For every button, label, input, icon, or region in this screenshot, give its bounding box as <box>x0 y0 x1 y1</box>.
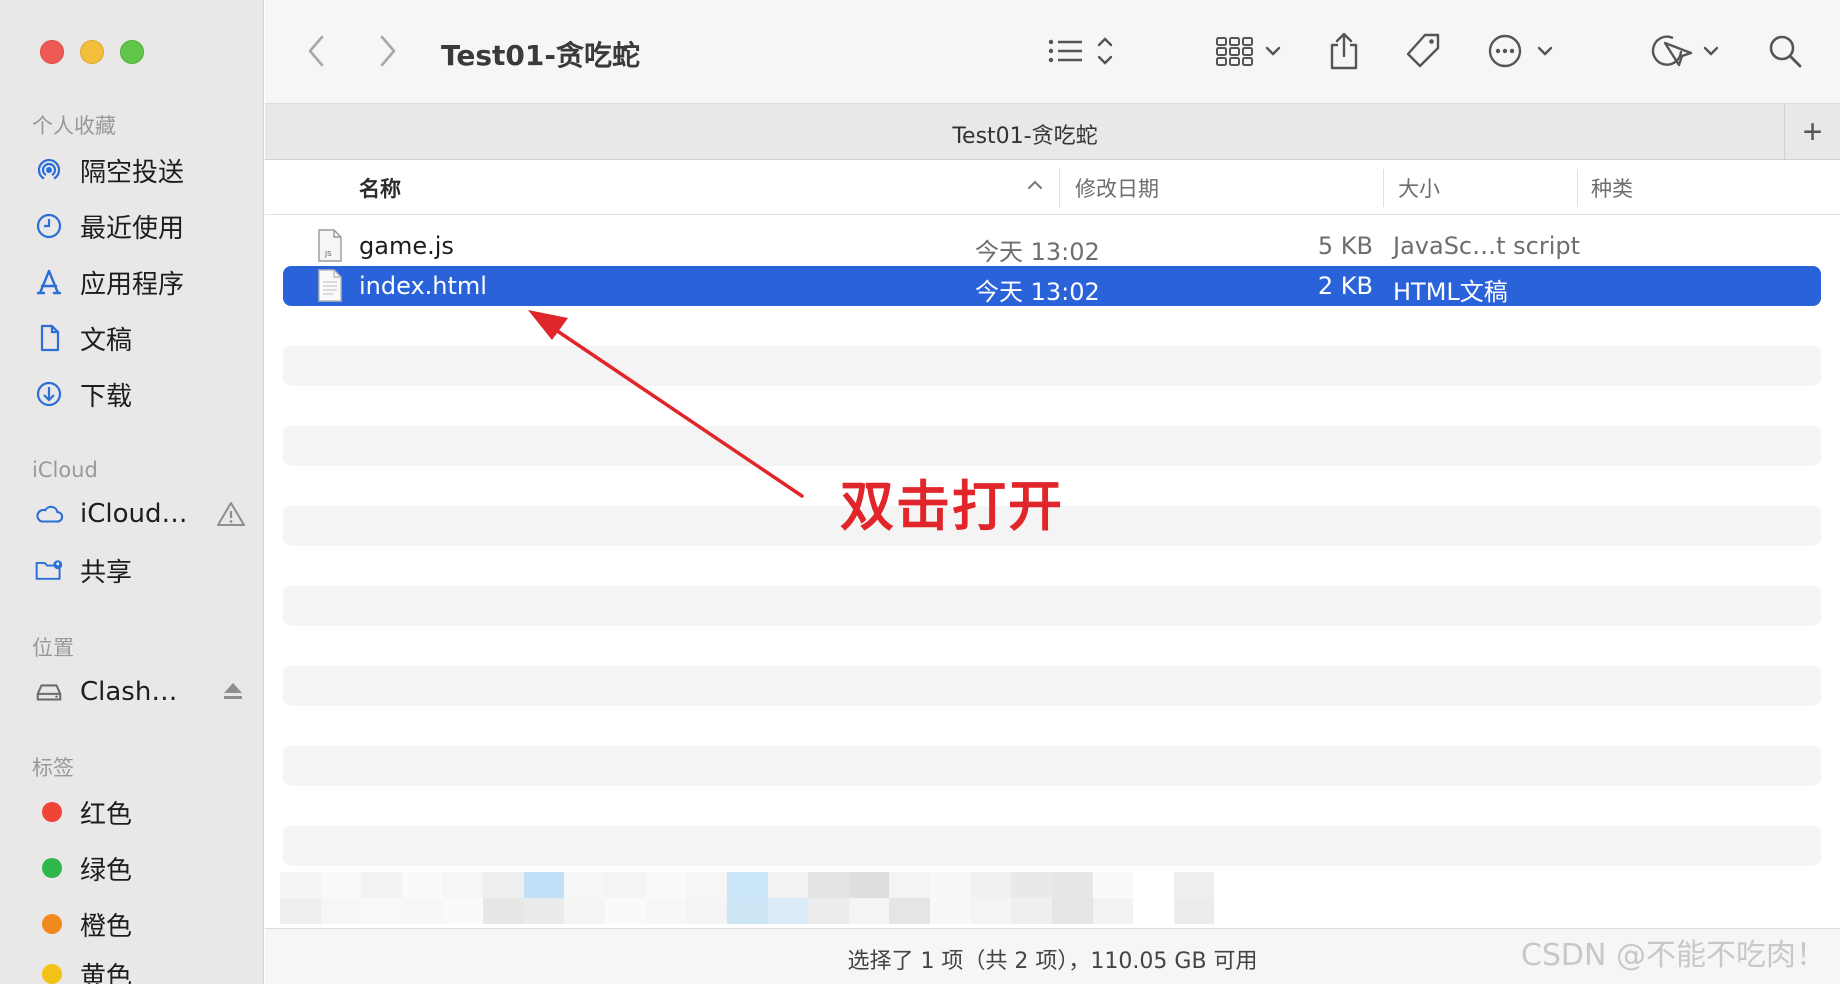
sidebar-item-downloads[interactable]: 下载 <box>34 372 254 416</box>
sidebar-item-clash-volume[interactable]: Clash… <box>34 670 254 714</box>
tag-color-dot <box>42 858 62 878</box>
zoom-button[interactable] <box>120 40 144 64</box>
file-row-game-js[interactable]: JS game.js 今天 13:02 5 KB JavaSc…t script <box>283 226 1821 266</box>
sidebar-item-label: Clash… <box>80 677 178 707</box>
path-bar-blurred <box>280 872 1255 924</box>
html-file-icon <box>317 269 343 302</box>
file-list: JS game.js 今天 13:02 5 KB JavaSc…t script… <box>265 216 1840 870</box>
sidebar-item-tag-green[interactable]: 绿色 <box>34 846 254 890</box>
shared-folder-icon <box>34 555 64 585</box>
column-divider[interactable] <box>1059 169 1060 207</box>
sidebar-item-tag-red[interactable]: 红色 <box>34 790 254 834</box>
clock-icon <box>34 211 64 241</box>
sidebar-item-shared[interactable]: 共享 <box>34 548 254 592</box>
sidebar-section-favorites: 个人收藏 <box>32 114 116 138</box>
file-name: index.html <box>359 272 487 300</box>
sidebar-item-label: 绿色 <box>80 855 133 886</box>
tag-color-dot <box>42 914 62 934</box>
back-icon[interactable] <box>305 28 327 74</box>
column-header: 名称 修改日期 大小 种类 <box>265 161 1840 215</box>
applications-icon <box>34 267 64 297</box>
eject-icon[interactable] <box>220 678 246 709</box>
drive-icon <box>34 677 64 707</box>
close-button[interactable] <box>40 40 64 64</box>
sidebar-item-label: 共享 <box>80 557 133 588</box>
sidebar-item-label: 下载 <box>80 381 133 412</box>
group-icon[interactable] <box>1215 28 1285 74</box>
sidebar-section-icloud: iCloud <box>32 458 98 482</box>
sidebar-item-label: 橙色 <box>80 911 133 942</box>
sidebar-section-locations: 位置 <box>32 636 74 660</box>
share-icon[interactable] <box>1327 28 1361 74</box>
sidebar-item-recents[interactable]: 最近使用 <box>34 204 254 248</box>
window-controls <box>40 40 144 64</box>
sidebar-item-label: 最近使用 <box>80 213 185 244</box>
empty-row <box>283 666 1821 706</box>
tab-bar: Test01-贪吃蛇 + <box>265 104 1840 160</box>
column-size[interactable]: 大小 <box>1398 173 1440 203</box>
forward-icon[interactable] <box>377 28 399 74</box>
file-date: 今天 13:02 <box>975 238 1100 266</box>
cloud-icon <box>34 499 64 529</box>
empty-row <box>283 346 1821 386</box>
empty-row <box>283 586 1821 626</box>
sidebar-item-tag-yellow[interactable]: 黄色 <box>34 952 254 984</box>
sidebar-item-label: 应用程序 <box>80 269 185 300</box>
download-icon <box>34 379 64 409</box>
sidebar-item-documents[interactable]: 文稿 <box>34 316 254 360</box>
sidebar-item-label: 文稿 <box>80 325 133 356</box>
list-view-icon[interactable] <box>1047 28 1119 74</box>
sidebar-item-icloud-drive[interactable]: iCloud… <box>34 492 254 536</box>
column-divider[interactable] <box>1383 169 1384 207</box>
file-name: game.js <box>359 232 454 260</box>
sort-ascending-icon[interactable] <box>1025 175 1045 199</box>
tab-title[interactable]: Test01-贪吃蛇 <box>265 118 1785 150</box>
empty-row <box>283 746 1821 786</box>
empty-row <box>283 426 1821 466</box>
file-kind: JavaSc…t script <box>1393 232 1581 260</box>
finder-window: 个人收藏 隔空投送 最近使用 应用程序 文稿 下载 iCloud iCloud…… <box>0 0 1840 984</box>
more-actions-icon[interactable] <box>1487 28 1557 74</box>
sidebar-item-tag-orange[interactable]: 橙色 <box>34 902 254 946</box>
column-name[interactable]: 名称 <box>359 173 401 203</box>
search-icon[interactable] <box>1767 28 1803 74</box>
column-kind[interactable]: 种类 <box>1591 173 1633 203</box>
new-tab-button[interactable]: + <box>1784 104 1840 160</box>
sidebar-item-label: 黄色 <box>80 961 133 984</box>
tag-color-dot <box>42 802 62 822</box>
tag-icon[interactable] <box>1403 28 1443 74</box>
file-row-index-html[interactable]: index.html 今天 13:02 2 KB HTML文稿 <box>283 266 1821 306</box>
markup-icon[interactable] <box>1651 28 1721 74</box>
js-file-icon: JS <box>317 229 343 262</box>
sidebar-item-label: 隔空投送 <box>80 157 185 188</box>
sidebar-item-applications[interactable]: 应用程序 <box>34 260 254 304</box>
file-size: 5 KB <box>1317 232 1373 260</box>
sidebar-item-label: iCloud… <box>80 499 188 529</box>
minimize-button[interactable] <box>80 40 104 64</box>
column-divider[interactable] <box>1577 169 1578 207</box>
svg-text:JS: JS <box>324 250 332 258</box>
tag-color-dot <box>42 964 62 984</box>
toolbar: Test01-贪吃蛇 <box>265 0 1840 104</box>
sidebar-item-airdrop[interactable]: 隔空投送 <box>34 148 254 192</box>
file-size: 2 KB <box>1317 272 1373 300</box>
empty-row <box>283 826 1821 866</box>
document-icon <box>34 323 64 353</box>
sidebar: 个人收藏 隔空投送 最近使用 应用程序 文稿 下载 iCloud iCloud…… <box>0 0 264 984</box>
annotation-text: 双击打开 <box>840 475 1064 538</box>
sidebar-item-label: 红色 <box>80 799 133 830</box>
airdrop-icon <box>34 155 64 185</box>
window-title: Test01-贪吃蛇 <box>441 39 641 72</box>
file-kind: HTML文稿 <box>1393 278 1508 306</box>
sidebar-section-tags: 标签 <box>32 756 74 780</box>
file-date: 今天 13:02 <box>975 278 1100 306</box>
column-date[interactable]: 修改日期 <box>1075 173 1159 203</box>
watermark: CSDN @不能不吃肉！ <box>1520 938 1826 973</box>
warning-icon <box>216 500 246 533</box>
